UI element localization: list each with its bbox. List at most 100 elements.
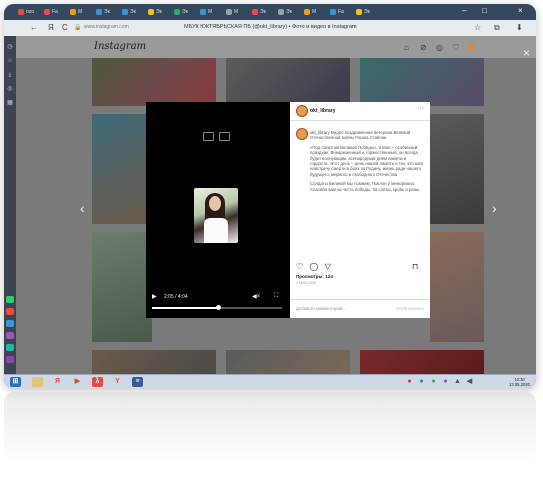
- tab-favicon-icon: [330, 9, 336, 15]
- browser-tab[interactable]: Fa: [330, 7, 344, 17]
- volume-tray-icon[interactable]: ◀: [464, 377, 475, 387]
- profile-avatar-icon[interactable]: [468, 43, 476, 51]
- extensions-icon[interactable]: ⧉: [494, 23, 500, 33]
- apps-icon[interactable]: ▦: [6, 100, 14, 107]
- app-red-icon[interactable]: [6, 308, 14, 315]
- more-options-icon[interactable]: ···: [417, 105, 424, 112]
- browser-tab[interactable]: Эк: [252, 7, 266, 17]
- media-player-icon[interactable]: ▶: [72, 377, 83, 387]
- tray-icon[interactable]: ●: [404, 377, 415, 387]
- instagram-logo[interactable]: Instagram: [94, 41, 146, 52]
- browser-tab[interactable]: M: [226, 7, 238, 17]
- tab-favicon-icon: [96, 9, 102, 15]
- windows-taskbar: ⊞ Я ▶ λ Y ≡ ● ● ● ● ▲ ◀ 10:30 13.05.2020: [4, 374, 536, 388]
- network-icon[interactable]: ▲: [452, 377, 463, 387]
- grid-photo[interactable]: [92, 58, 216, 106]
- tray-icon[interactable]: ●: [428, 377, 439, 387]
- video-progress-bar[interactable]: [152, 305, 282, 310]
- maximize-icon[interactable]: □: [482, 6, 487, 15]
- account-avatar[interactable]: [296, 105, 308, 117]
- previous-post-arrow-icon[interactable]: ‹: [80, 200, 85, 216]
- yandex-icon[interactable]: Y: [112, 377, 123, 387]
- grid-photo[interactable]: [226, 350, 350, 374]
- grid-photo[interactable]: [430, 114, 484, 224]
- views-count: Просмотры: 124: [296, 274, 333, 279]
- tab-label: Эк: [130, 9, 136, 15]
- file-explorer-icon[interactable]: [32, 377, 43, 387]
- home-icon[interactable]: ⌂: [404, 43, 409, 52]
- url-field[interactable]: www.instagram.com: [84, 24, 129, 30]
- caption-avatar[interactable]: [296, 128, 308, 140]
- grid-photo[interactable]: [360, 58, 484, 106]
- history-icon[interactable]: ◷: [6, 44, 14, 51]
- browser-tab[interactable]: Эк: [356, 7, 370, 17]
- browser-tab[interactable]: M: [304, 7, 316, 17]
- app-purple-icon[interactable]: [6, 332, 14, 339]
- explore-icon[interactable]: ◎: [436, 43, 443, 52]
- browser-tab[interactable]: Эк: [278, 7, 292, 17]
- post-panel: okt_library ··· okt_library Видео поздра…: [290, 102, 430, 318]
- grid-photo[interactable]: [92, 350, 216, 374]
- grid-photo[interactable]: [92, 114, 152, 224]
- app-green-icon[interactable]: [6, 296, 14, 303]
- publish-button[interactable]: Опубликовать: [396, 306, 424, 311]
- video-player[interactable]: ▶ 2:05 / 4:04 ◀× ⛶: [146, 102, 290, 318]
- tab-label: Fa: [52, 9, 58, 15]
- yandex-browser-icon[interactable]: Я: [52, 377, 63, 387]
- app-violet-icon[interactable]: [6, 356, 14, 363]
- like-icon[interactable]: ♡: [296, 262, 303, 271]
- post-username[interactable]: okt_library: [310, 108, 336, 114]
- grid-photo[interactable]: [430, 232, 484, 342]
- browser-tab[interactable]: Эк: [96, 7, 110, 17]
- comment-box: Добавьте комментарий... Опубликовать: [290, 299, 430, 319]
- star-icon[interactable]: ☆: [6, 58, 14, 65]
- yandex-icon[interactable]: Я: [48, 23, 54, 32]
- back-icon[interactable]: ←: [30, 23, 38, 32]
- browser-tab[interactable]: Fa: [44, 7, 58, 17]
- comment-icon[interactable]: ◯: [309, 262, 318, 271]
- direct-icon[interactable]: ⊘: [420, 43, 427, 52]
- save-icon[interactable]: ⊓: [412, 262, 418, 271]
- browser-tab[interactable]: M: [200, 7, 212, 17]
- tab-favicon-icon: [174, 9, 180, 15]
- caption-paragraph: «Под салютом Великой Победы», 9 Мая – ос…: [310, 144, 424, 177]
- close-modal-icon[interactable]: ×: [523, 46, 530, 60]
- downloads-icon[interactable]: ⤓: [6, 72, 14, 79]
- grid-photo[interactable]: [92, 232, 152, 342]
- browser-tab[interactable]: Эк: [174, 7, 188, 17]
- post-date: 4 МАЯ 2020: [296, 281, 316, 285]
- video-progress-knob[interactable]: [216, 305, 222, 310]
- volume-icon[interactable]: ◀×: [252, 293, 260, 300]
- tab-favicon-icon: [70, 9, 76, 15]
- share-icon[interactable]: ▽: [325, 262, 331, 271]
- app-blue-icon[interactable]: [6, 320, 14, 327]
- start-button[interactable]: ⊞: [10, 377, 21, 387]
- tray-icon[interactable]: ●: [440, 377, 451, 387]
- video-miniplayer-icon[interactable]: [219, 132, 230, 141]
- document-icon[interactable]: ≡: [132, 377, 143, 387]
- browser-tab[interactable]: Эк: [122, 7, 136, 17]
- browser-tab[interactable]: Эк: [148, 7, 162, 17]
- fullscreen-icon[interactable]: ⛶: [274, 293, 278, 300]
- system-clock[interactable]: 10:30 13.05.2020: [509, 377, 530, 387]
- pdf-reader-icon[interactable]: λ: [92, 377, 103, 387]
- reload-icon[interactable]: C: [62, 23, 68, 32]
- settings-icon[interactable]: ◎: [6, 86, 14, 93]
- app-teal-icon[interactable]: [6, 344, 14, 351]
- play-icon[interactable]: ▶: [152, 293, 157, 300]
- grid-photo[interactable]: [226, 58, 350, 106]
- close-window-icon[interactable]: ×: [518, 6, 523, 15]
- comment-input[interactable]: Добавьте комментарий...: [296, 306, 346, 311]
- tray-icon[interactable]: ●: [416, 377, 427, 387]
- bookmark-icon[interactable]: ☆: [474, 23, 481, 32]
- video-settings-icon[interactable]: [203, 132, 214, 141]
- browser-tab[interactable]: ozo: [18, 7, 34, 17]
- tab-favicon-icon: [148, 9, 154, 15]
- minimize-icon[interactable]: –: [462, 6, 466, 15]
- caption-paragraph: Солдаты Великой мы помним, Поклон у мемо…: [310, 181, 421, 192]
- download-icon[interactable]: ⬇: [516, 23, 523, 32]
- browser-tab[interactable]: M: [70, 7, 82, 17]
- heart-icon[interactable]: ♡: [452, 43, 459, 52]
- next-post-arrow-icon[interactable]: ›: [492, 200, 497, 216]
- grid-photo[interactable]: [360, 350, 484, 374]
